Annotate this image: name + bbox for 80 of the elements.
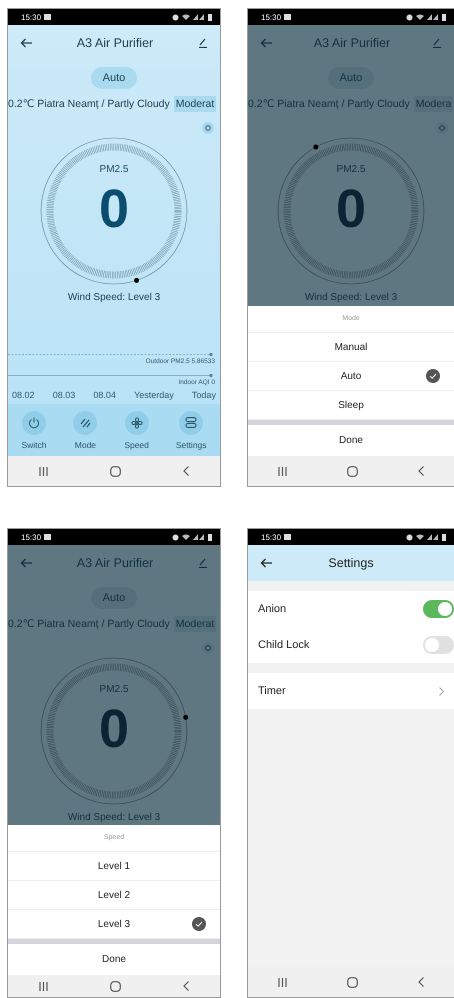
stacked-bars-icon bbox=[185, 417, 198, 428]
date-label: 08.04 bbox=[93, 390, 116, 400]
signal-icon bbox=[193, 534, 205, 540]
battery-icon bbox=[208, 14, 212, 20]
home-icon[interactable] bbox=[110, 980, 121, 992]
air-quality-badge: Modera bbox=[414, 96, 454, 112]
dial-indicator bbox=[134, 278, 140, 283]
wind-speed-text: Wind Speed: Level 3 bbox=[68, 811, 160, 825]
signal-icon bbox=[427, 534, 439, 540]
wifi-icon bbox=[182, 534, 190, 540]
date-label: 08.03 bbox=[52, 390, 76, 400]
wifi-icon bbox=[416, 14, 424, 20]
image-icon bbox=[44, 534, 52, 540]
status-time: 15:30 bbox=[261, 532, 282, 542]
home-icon[interactable] bbox=[347, 466, 358, 476]
power-icon bbox=[28, 416, 40, 428]
check-icon bbox=[192, 917, 206, 931]
sheet-option[interactable]: Level 1 bbox=[8, 852, 220, 881]
weather-text: 0.2℃ Piatra Neamț / Partly Cloudy bbox=[8, 617, 170, 632]
screen-title: A3 Air Purifier bbox=[314, 36, 390, 50]
screen-title: Settings bbox=[328, 556, 374, 570]
recent-apps-icon[interactable] bbox=[278, 466, 287, 476]
sheet-option[interactable]: Level 2 bbox=[8, 881, 220, 910]
dial-indicator bbox=[313, 144, 318, 150]
battery-icon bbox=[442, 534, 446, 540]
status-time: 15:30 bbox=[21, 532, 42, 542]
sheet-option[interactable]: Auto bbox=[248, 362, 454, 391]
image-icon bbox=[44, 14, 52, 20]
back-arrow-icon[interactable] bbox=[260, 558, 272, 568]
back-icon[interactable] bbox=[183, 981, 189, 991]
wifi-icon bbox=[416, 534, 424, 540]
pm-value: 0 bbox=[98, 179, 130, 239]
back-icon[interactable] bbox=[418, 977, 424, 987]
chevron-right-icon[interactable] bbox=[439, 686, 444, 696]
toggle-switch[interactable] bbox=[423, 636, 454, 654]
screen-title: A3 Air Purifier bbox=[76, 556, 154, 570]
signal-icon bbox=[427, 14, 439, 20]
weather-text: 0.2℃ Piatra Neamț / Partly Cloudy bbox=[248, 97, 410, 112]
fan-icon bbox=[130, 416, 143, 428]
pm-value: 0 bbox=[336, 179, 366, 239]
battery-icon bbox=[442, 14, 446, 20]
recent-apps-icon[interactable] bbox=[278, 978, 287, 986]
control-button[interactable]: Settings bbox=[176, 410, 207, 450]
dial-label: PM2.5 bbox=[336, 164, 366, 175]
battery-icon bbox=[208, 534, 212, 540]
edit-icon[interactable] bbox=[198, 38, 208, 48]
image-icon bbox=[284, 14, 292, 20]
date-label: Today bbox=[192, 390, 216, 400]
dial-indicator bbox=[183, 714, 188, 720]
weather-text: 0.2℃ Piatra Neamț / Partly Cloudy bbox=[8, 97, 170, 112]
mode-pill[interactable]: Auto bbox=[90, 67, 138, 89]
status-time: 15:30 bbox=[21, 12, 42, 22]
home-icon[interactable] bbox=[347, 976, 358, 988]
wifi-icon bbox=[182, 14, 190, 20]
air-quality-badge: Moderat bbox=[174, 616, 216, 632]
screen-title: A3 Air Purifier bbox=[76, 36, 154, 50]
date-label: 08.02 bbox=[12, 390, 35, 400]
home-icon[interactable] bbox=[110, 466, 121, 476]
air-quality-badge: Moderat bbox=[174, 96, 216, 112]
date-label: Yesterday bbox=[134, 390, 174, 400]
sheet-option[interactable]: Manual bbox=[248, 333, 454, 362]
setting-label[interactable]: Timer bbox=[258, 685, 286, 697]
wind-speed-text: Wind Speed: Level 3 bbox=[304, 291, 398, 305]
signal-icon bbox=[193, 14, 205, 20]
dial-label: PM2.5 bbox=[100, 684, 128, 695]
back-arrow-icon[interactable] bbox=[20, 38, 32, 48]
recent-apps-icon[interactable] bbox=[39, 982, 48, 990]
slashes-icon bbox=[80, 418, 91, 428]
back-icon[interactable] bbox=[418, 466, 424, 476]
dial-label: PM2.5 bbox=[100, 164, 128, 175]
status-time: 15:30 bbox=[261, 12, 282, 22]
wind-speed-text: Wind Speed: Level 3 bbox=[68, 291, 160, 305]
image-icon bbox=[284, 534, 292, 540]
toggle-switch[interactable] bbox=[423, 600, 454, 618]
recent-apps-icon[interactable] bbox=[39, 466, 48, 476]
check-icon bbox=[426, 369, 440, 383]
setting-label: Anion bbox=[258, 603, 286, 615]
pm-value: 0 bbox=[98, 699, 130, 759]
setting-label: Child Lock bbox=[258, 639, 310, 651]
back-icon[interactable] bbox=[183, 466, 189, 476]
